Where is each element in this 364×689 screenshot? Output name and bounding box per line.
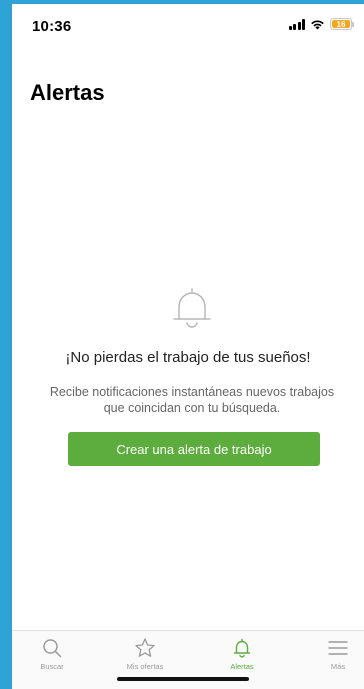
star-icon <box>135 638 155 657</box>
tab-mis-ofertas[interactable]: Mis ofertas <box>105 637 185 671</box>
wifi-icon <box>311 19 324 29</box>
home-indicator <box>117 677 249 681</box>
empty-state-headline: ¡No pierdas el trabajo de tus sueños! <box>65 349 311 366</box>
device-frame-left <box>0 0 12 689</box>
search-icon <box>43 639 62 658</box>
tab-alertas[interactable]: Alertas <box>202 637 282 671</box>
create-alert-button-label: Crear una alerta de trabajo <box>116 441 272 457</box>
bell-icon <box>233 638 251 658</box>
battery-icon: 16 <box>330 18 354 30</box>
tab-buscar[interactable]: Buscar <box>12 637 92 671</box>
status-icons: 16 <box>288 18 354 30</box>
signal-icon <box>288 18 305 30</box>
battery-level: 16 <box>332 20 350 29</box>
tab-mas[interactable]: Más <box>298 637 364 671</box>
status-time: 10:36 <box>32 18 72 35</box>
menu-icon <box>328 641 348 655</box>
tab-label: Alertas <box>230 662 254 671</box>
page-title: Alertas <box>30 80 105 105</box>
tab-label: Más <box>330 662 346 671</box>
status-bar: 10:36 16 <box>12 4 364 48</box>
bell-icon <box>173 288 211 328</box>
empty-state-description: Recibe notificaciones instantáneas nuevo… <box>49 385 335 415</box>
create-alert-button[interactable]: Crear una alerta de trabajo <box>68 432 320 466</box>
app-screen: 10:36 16 Alertas ¡No pierdas el trabajo … <box>12 4 364 689</box>
tab-label: Mis ofertas <box>126 662 164 671</box>
tab-label: Buscar <box>40 662 64 671</box>
